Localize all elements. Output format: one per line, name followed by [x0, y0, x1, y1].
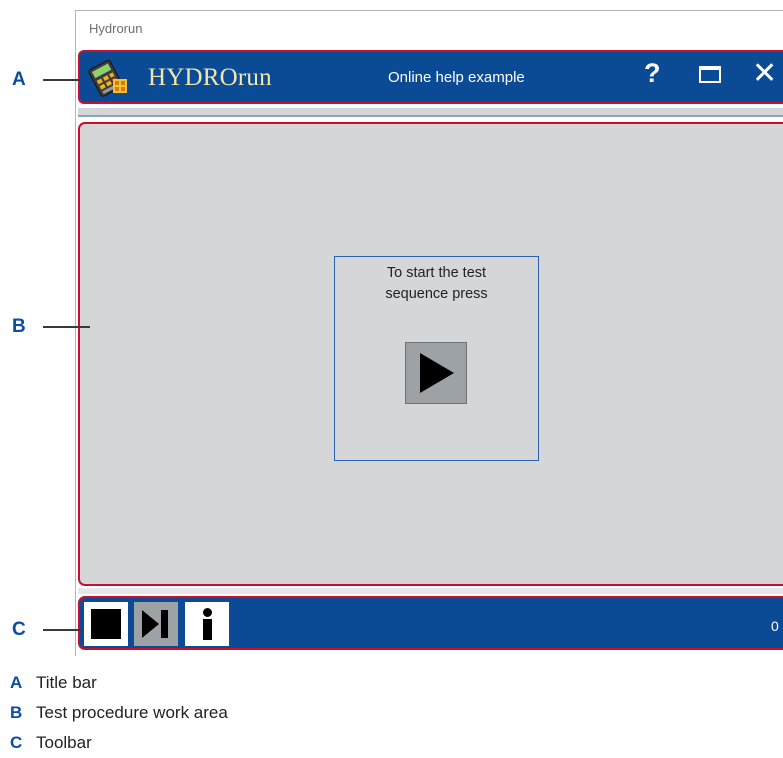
- callout-b-line: [43, 326, 90, 328]
- callout-a-line: [43, 79, 80, 81]
- separator-strip: [78, 108, 783, 117]
- skip-next-button[interactable]: [134, 602, 178, 646]
- legend-key: B: [10, 703, 23, 722]
- legend-key: A: [10, 673, 23, 692]
- legend-item: C Toolbar: [10, 733, 92, 753]
- callout-c: C: [12, 619, 26, 640]
- app-logo-icon: [88, 60, 127, 97]
- toolbar-clock: 0: [771, 618, 779, 634]
- start-prompt-line-1: To start the test: [386, 265, 487, 281]
- start-prompt-line-2: sequence press: [385, 286, 488, 302]
- app-name: HYDROrun: [148, 64, 272, 91]
- toolbar: [78, 596, 783, 650]
- lower-strip: [78, 588, 783, 594]
- legend-item: A Title bar: [10, 673, 97, 693]
- close-icon[interactable]: ✕: [752, 56, 777, 92]
- info-button[interactable]: [185, 602, 229, 646]
- start-prompt-text: To start the test sequence press: [334, 263, 539, 305]
- titlebar-subtitle: Online help example: [388, 69, 525, 86]
- play-icon: [420, 353, 454, 393]
- callout-c-line: [43, 629, 84, 631]
- window-caption: Hydrorun: [89, 21, 143, 36]
- legend-item: B Test procedure work area: [10, 703, 228, 723]
- skip-bar: [161, 610, 168, 638]
- legend-key: C: [10, 733, 23, 752]
- skip-next-icon: [142, 610, 159, 638]
- stop-icon: [91, 609, 121, 639]
- callout-a: A: [12, 69, 26, 90]
- legend-label: Toolbar: [36, 733, 92, 752]
- maximize-icon[interactable]: [699, 66, 721, 83]
- info-icon-stem: [203, 619, 212, 640]
- legend-label: Test procedure work area: [36, 703, 228, 722]
- help-icon[interactable]: ?: [644, 58, 661, 89]
- info-icon: [203, 608, 212, 617]
- start-sequence-button[interactable]: [405, 342, 467, 404]
- stop-button[interactable]: [84, 602, 128, 646]
- callout-b: B: [12, 316, 26, 337]
- legend-label: Title bar: [36, 673, 97, 692]
